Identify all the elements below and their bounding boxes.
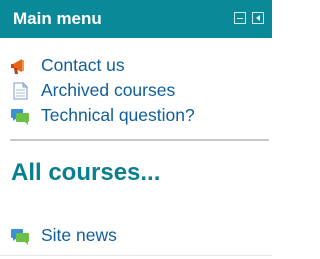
menu-item-label: Archived courses	[41, 80, 176, 100]
minimize-icon[interactable]	[234, 12, 246, 24]
megaphone-icon	[11, 59, 24, 74]
forum-icon	[11, 229, 29, 245]
block-header: Main menu	[0, 0, 272, 38]
block-title: Main menu	[13, 9, 102, 28]
menu-item-label: Technical question?	[41, 105, 195, 125]
main-menu-block: Main menu Contact us Archived courses Te…	[0, 0, 272, 259]
all-courses-link[interactable]: All courses...	[11, 158, 160, 188]
dock-icon[interactable]	[252, 12, 264, 24]
site-news-label: Site news	[41, 225, 117, 245]
divider	[0, 255, 272, 256]
forum-icon	[11, 109, 29, 125]
site-news-link[interactable]: Site news	[10, 225, 140, 245]
menu-item-label: Contact us	[41, 55, 125, 75]
menu-item-contact-us[interactable]: Contact us	[10, 55, 160, 75]
menu-item-technical-question[interactable]: Technical question?	[10, 105, 250, 125]
divider	[10, 139, 269, 141]
document-icon	[13, 82, 29, 100]
menu-item-archived-courses[interactable]: Archived courses	[10, 80, 220, 100]
